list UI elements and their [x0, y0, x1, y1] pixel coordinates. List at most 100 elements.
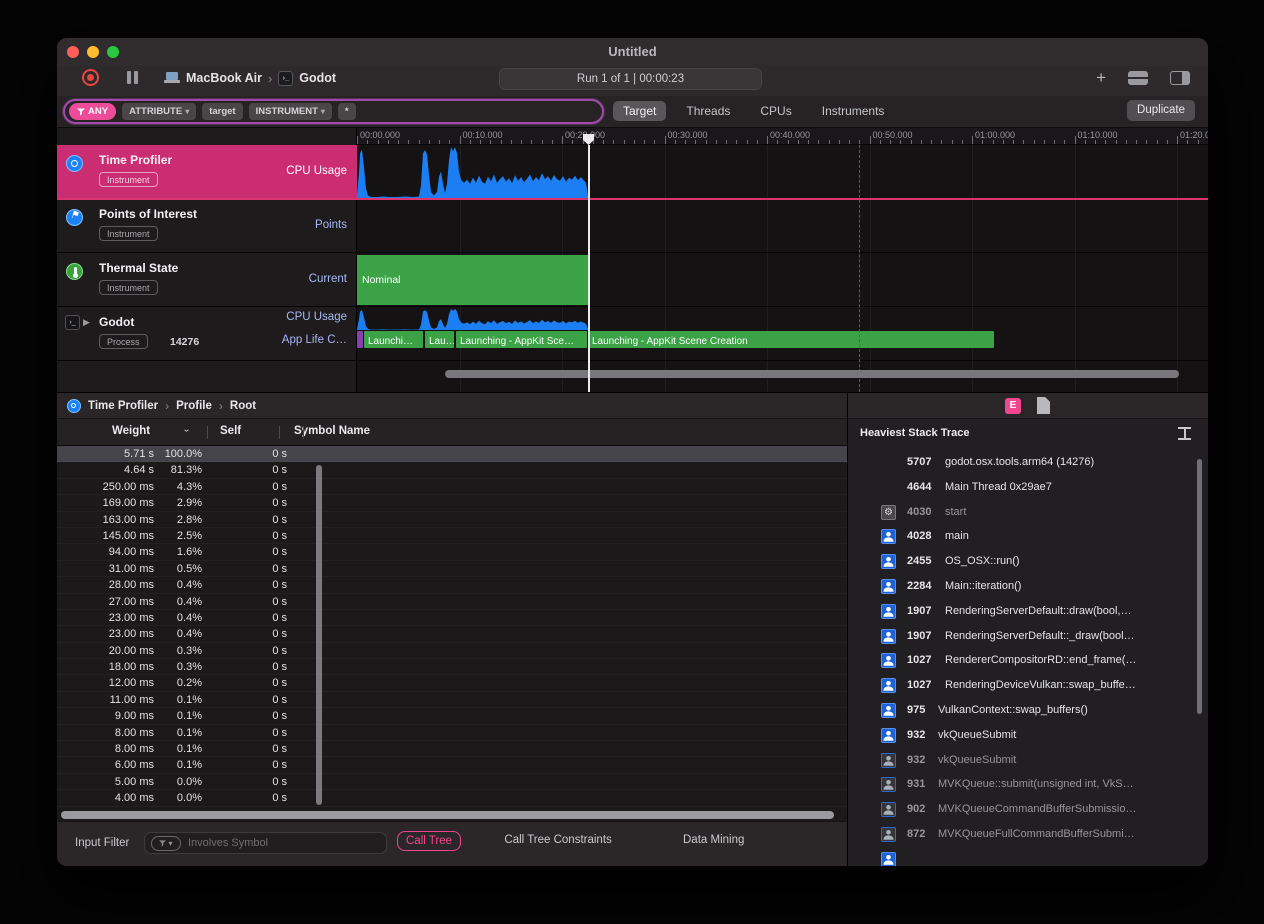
- table-row[interactable]: 27.00 ms0.4%0 s›_NSEventThread 0x29ce5: [57, 594, 847, 610]
- any-filter-pill[interactable]: ANY: [69, 103, 116, 120]
- table-row[interactable]: 20.00 ms0.3%0 s›Thread::callback 0x29cdf: [57, 643, 847, 659]
- stack-frame-row[interactable]: 931MVKQueue::submit(unsigned int, VkS…: [848, 773, 1208, 798]
- table-row[interactable]: 23.00 ms0.4%0 s›Thread::callback 0x29ce0: [57, 626, 847, 642]
- track-row-points-of-interest[interactable]: ⚑ Points of Interest Instrument Points: [57, 199, 1208, 253]
- table-vertical-scrollbar[interactable]: [316, 465, 322, 805]
- table-row[interactable]: 145.00 ms2.5%0 s›start_wqthread 0x29ce6: [57, 528, 847, 544]
- playhead-line[interactable]: [588, 145, 590, 392]
- call-tree-button[interactable]: Call Tree: [397, 831, 461, 851]
- track-label-time-profiler[interactable]: Time Profiler Instrument CPU Usage: [57, 145, 357, 198]
- life-cycle-bar[interactable]: Launchi…: [364, 331, 423, 348]
- table-row[interactable]: 5.71 s100.0%0 s›godot.osx.tools.arm64 (1…: [57, 446, 847, 462]
- track-label-points-of-interest[interactable]: ⚑ Points of Interest Instrument Points: [57, 199, 357, 252]
- timeline-dashed-marker: [859, 145, 860, 392]
- track-row-thermal-state[interactable]: Thermal State Instrument Current: [57, 253, 1208, 307]
- table-row[interactable]: 163.00 ms2.8%0 s›HALB_IOThread::Entry 0x…: [57, 512, 847, 528]
- stack-frame-row[interactable]: 1907RenderingServerDefault::draw(bool,…: [848, 600, 1208, 625]
- ruler-label: 00:40.000: [770, 130, 810, 140]
- collapse-stack-icon[interactable]: [1178, 427, 1191, 440]
- stack-frame-row[interactable]: 1027RenderingDeviceVulkan::swap_buffe…: [848, 674, 1208, 699]
- user-code-icon: [881, 703, 896, 718]
- ruler-label: 01:10.000: [1078, 130, 1118, 140]
- life-cycle-bar[interactable]: Launching - AppKit Sce…: [456, 331, 587, 348]
- target-selector[interactable]: MacBook Air › ›_ Godot: [164, 69, 336, 87]
- filter-token[interactable]: *: [338, 103, 356, 120]
- stack-frame-row[interactable]: [848, 848, 1208, 866]
- table-row[interactable]: 23.00 ms0.4%0 s›Thread::callback 0x29ce1: [57, 610, 847, 626]
- table-row[interactable]: 18.00 ms0.3%0 s›Thread::callback 0x29cde: [57, 659, 847, 675]
- tab-threads[interactable]: Threads: [676, 101, 740, 121]
- tab-cpus[interactable]: CPUs: [750, 101, 801, 121]
- track-filter-field[interactable]: ANY ATTRIBUTE▾ target INSTRUMENT▾ *: [63, 99, 604, 124]
- stack-frame-row[interactable]: 4644Main Thread 0x29ae7: [848, 476, 1208, 501]
- timeline-horizontal-scrollbar[interactable]: [445, 370, 1179, 378]
- table-row[interactable]: 11.00 ms0.1%0 s›Thread::callback 0x29ce3: [57, 692, 847, 708]
- table-row[interactable]: 94.00 ms1.6%0 s›_dispatch_worker_thread2…: [57, 544, 847, 560]
- track-label-godot[interactable]: ›_ ▶ Godot Process 14276 CPU Usage App L…: [57, 307, 357, 360]
- cpu-usage-graph[interactable]: [357, 147, 588, 198]
- stack-frame-row[interactable]: 1027RendererCompositorRD::end_frame(…: [848, 649, 1208, 674]
- time-ruler[interactable]: 00:00.00000:10.00000:20.00000:30.00000:4…: [357, 128, 1208, 145]
- symbol-filter-input[interactable]: [186, 836, 356, 850]
- user-code-icon-dim: [881, 802, 896, 817]
- life-cycle-bar[interactable]: Lau…: [425, 331, 454, 348]
- stack-frame-row[interactable]: 1907RenderingServerDefault::_draw(bool…: [848, 625, 1208, 650]
- track-view-icon[interactable]: [1128, 71, 1148, 85]
- table-row[interactable]: 5.00 ms0.0%0 s›Thread::callback 0x29cd7: [57, 774, 847, 790]
- filter-funnel-icon[interactable]: ▾: [151, 836, 181, 851]
- filter-token[interactable]: INSTRUMENT▾: [249, 103, 332, 120]
- table-row[interactable]: 9.00 ms0.1%0 s›Thread::callback 0x29cd5: [57, 708, 847, 724]
- stack-vertical-scrollbar[interactable]: [1197, 459, 1202, 714]
- stack-frame-row[interactable]: ⚙4030start: [848, 501, 1208, 526]
- call-tree-constraints-button[interactable]: Call Tree Constraints: [496, 831, 619, 849]
- table-row[interactable]: 12.00 ms0.2%0 s›Thread::callback 0x29cd4: [57, 675, 847, 691]
- table-row[interactable]: 8.00 ms0.1%0 s›Thread::callback 0x29cda: [57, 741, 847, 757]
- stack-frame-row[interactable]: 872MVKQueueFullCommandBufferSubmi…: [848, 823, 1208, 848]
- app-life-cycle-lane[interactable]: Launchi…Lau…Launching - AppKit Sce…Launc…: [357, 331, 1208, 348]
- column-symbol-name[interactable]: Symbol Name: [294, 425, 370, 437]
- add-instrument-icon[interactable]: +: [1096, 70, 1106, 86]
- life-cycle-bar[interactable]: [357, 331, 363, 348]
- table-row[interactable]: 4.64 s81.3%0 s›Main Thread 0x29ae7→: [57, 462, 847, 478]
- breadcrumb[interactable]: Time Profiler › Profile › Root: [57, 393, 847, 419]
- data-mining-button[interactable]: Data Mining: [675, 831, 752, 849]
- stack-frame-row[interactable]: 2284Main::iteration(): [848, 575, 1208, 600]
- pause-button[interactable]: [127, 71, 140, 84]
- stack-frame-row[interactable]: 2455OS_OSX::run(): [848, 550, 1208, 575]
- duplicate-button[interactable]: Duplicate: [1127, 100, 1195, 121]
- stack-frame-row[interactable]: 932vkQueueSubmit: [848, 749, 1208, 774]
- column-self[interactable]: Self: [220, 425, 241, 437]
- user-code-icon: [881, 579, 896, 594]
- table-row[interactable]: 31.00 ms0.5%0 s›Thread::callback 0x29cdd: [57, 561, 847, 577]
- tab-instruments[interactable]: Instruments: [812, 101, 895, 121]
- user-code-icon-dim: [881, 777, 896, 792]
- inspector-toggle-icon[interactable]: [1170, 71, 1190, 85]
- table-row[interactable]: 8.00 ms0.1%0 s›Thread::callback 0x29ce2: [57, 725, 847, 741]
- tab-target[interactable]: Target: [613, 101, 666, 121]
- stack-frame-row[interactable]: 5707godot.osx.tools.arm64 (14276): [848, 451, 1208, 476]
- thermal-state-bar[interactable]: Nominal: [357, 255, 588, 305]
- column-weight[interactable]: Weight: [112, 425, 150, 437]
- filter-token[interactable]: target: [202, 103, 242, 120]
- disclosure-triangle-icon[interactable]: ▶: [83, 317, 90, 328]
- stack-frame-row[interactable]: 932vkQueueSubmit: [848, 724, 1208, 749]
- table-row[interactable]: 6.00 ms0.1%0 s›Thread::callback 0x29cd6: [57, 757, 847, 773]
- table-horizontal-scrollbar[interactable]: [61, 811, 834, 819]
- stack-frame-row[interactable]: 975VulkanContext::swap_buffers(): [848, 699, 1208, 724]
- table-row[interactable]: 4.00 ms0.0%0 s›Thread::callback 0x29cdb: [57, 790, 847, 806]
- extended-detail-tab[interactable]: E: [1005, 398, 1021, 414]
- stack-frame-row[interactable]: 4028main: [848, 525, 1208, 550]
- symbol-filter-field[interactable]: ▾: [144, 832, 387, 854]
- table-header: Weight › Self Symbol Name: [57, 419, 847, 446]
- description-tab-icon[interactable]: [1037, 397, 1050, 414]
- filter-token[interactable]: ATTRIBUTE▾: [122, 103, 196, 120]
- track-label-thermal-state[interactable]: Thermal State Instrument Current: [57, 253, 357, 306]
- track-row-time-profiler[interactable]: Time Profiler Instrument CPU Usage: [57, 145, 1208, 199]
- godot-cpu-usage-graph[interactable]: [357, 309, 588, 330]
- table-row[interactable]: 169.00 ms2.9%0 s›_dispatch_worker_thread…: [57, 495, 847, 511]
- table-row[interactable]: 28.00 ms0.4%0 s›Thread::callback 0x29cdc: [57, 577, 847, 593]
- table-row[interactable]: 250.00 ms4.3%0 s›_dispatch_workloop_work…: [57, 479, 847, 495]
- life-cycle-bar[interactable]: Launching - AppKit Scene Creation: [588, 331, 994, 348]
- record-button[interactable]: [82, 69, 99, 86]
- stack-frame-row[interactable]: 902MVKQueueCommandBufferSubmissio…: [848, 798, 1208, 823]
